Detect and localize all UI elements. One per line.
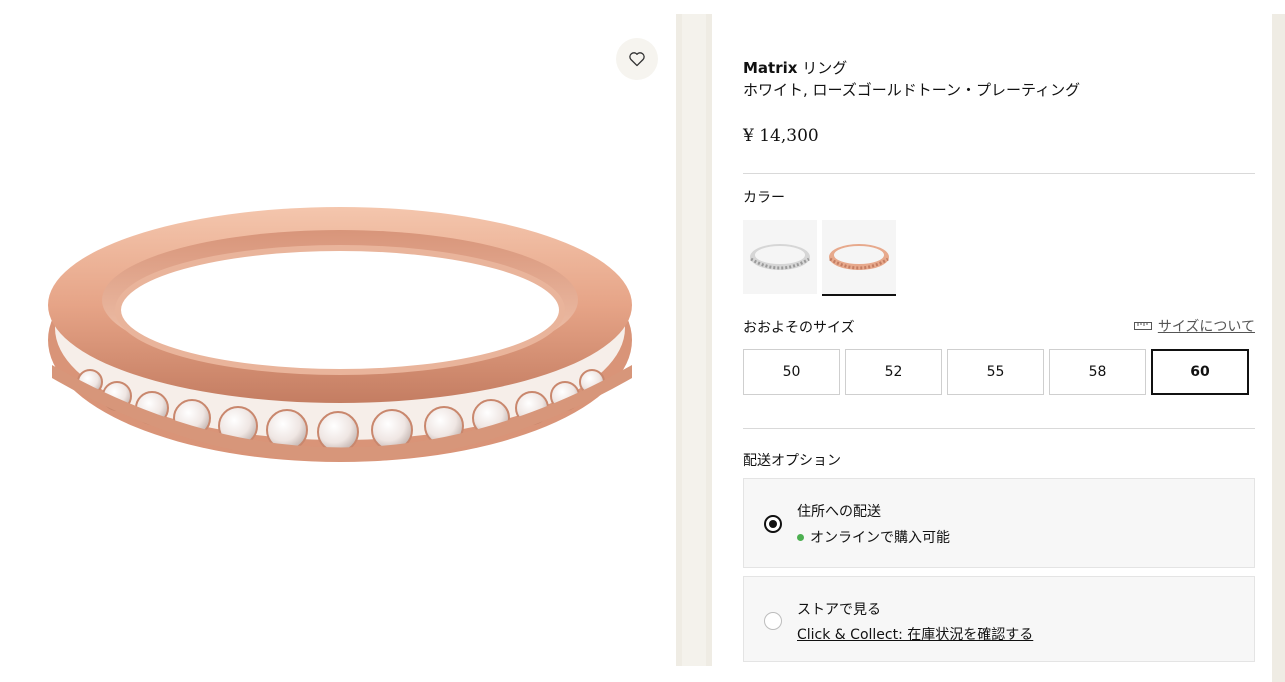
silver-ring-thumbnail xyxy=(750,244,810,270)
availability-text: オンラインで購入可能 xyxy=(810,530,950,546)
divider xyxy=(743,173,1255,174)
size-guide-label: サイズについて xyxy=(1157,319,1255,335)
size-option-60[interactable]: 60 xyxy=(1151,349,1249,395)
ruler-icon xyxy=(1133,322,1152,330)
product-variant: ホワイト, ローズゴールドトーン・プレーティング xyxy=(743,81,1081,99)
size-options: 50 52 55 58 60 xyxy=(743,349,1255,395)
product-title: Matrix リング xyxy=(743,58,847,78)
divider-band xyxy=(676,14,712,666)
heart-icon xyxy=(629,52,645,67)
divider xyxy=(743,428,1255,429)
product-price: ¥ 14,300 xyxy=(743,126,819,146)
size-option-52[interactable]: 52 xyxy=(845,349,942,395)
size-option-55[interactable]: 55 xyxy=(947,349,1044,395)
delivery-option-title: 住所への配送 xyxy=(797,504,881,520)
availability-status: オンラインで購入可能 xyxy=(797,527,950,547)
delivery-option-title: ストアで見る xyxy=(797,602,881,618)
delivery-option-store[interactable]: ストアで見る Click & Collect: 在庫状況を確認する xyxy=(743,576,1255,662)
color-swatch-rose-gold[interactable] xyxy=(822,220,896,296)
click-collect-link[interactable]: Click & Collect: 在庫状況を確認する xyxy=(797,624,1033,644)
radio-selected-icon[interactable] xyxy=(764,515,782,533)
rose-gold-ring-thumbnail xyxy=(829,244,889,270)
size-option-50[interactable]: 50 xyxy=(743,349,840,395)
size-guide-link[interactable]: サイズについて xyxy=(1133,316,1255,336)
radio-unselected-icon[interactable] xyxy=(764,612,782,630)
delivery-label: 配送オプション xyxy=(743,453,841,469)
product-image-area xyxy=(0,0,676,682)
available-dot-icon xyxy=(797,533,804,541)
color-label: カラー xyxy=(743,190,785,206)
product-brand: Matrix xyxy=(743,59,798,77)
right-edge-strip xyxy=(1272,14,1285,682)
size-option-58[interactable]: 58 xyxy=(1049,349,1146,395)
size-label: おおよそのサイズ xyxy=(743,320,855,336)
wishlist-button[interactable] xyxy=(616,38,658,80)
product-name: リング xyxy=(802,59,848,77)
color-swatch-silver[interactable] xyxy=(743,220,817,294)
delivery-option-home[interactable]: 住所への配送 オンラインで購入可能 xyxy=(743,478,1255,568)
product-image-ring xyxy=(48,207,632,462)
